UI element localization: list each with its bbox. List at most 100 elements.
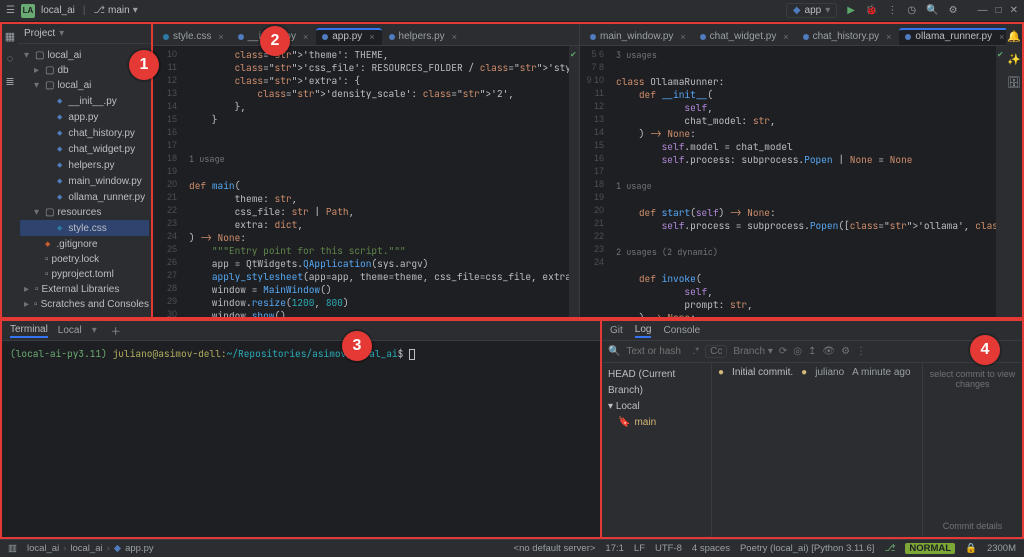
git-push-icon[interactable]: ↥ [808,346,816,357]
project-tree[interactable]: ▾▢ local_ai▸▢ db▾▢ local_ai__init__.pyap… [18,44,151,316]
close-icon[interactable]: × [452,32,457,42]
editor-tab[interactable]: helpers.py× [383,28,464,45]
tree-item[interactable]: chat_history.py [20,125,149,141]
code-with-me-icon[interactable]: ◷ [907,5,916,16]
window-maximize-icon[interactable]: □ [996,5,1002,16]
tree-item[interactable]: ▾▢ local_ai [20,78,149,93]
more-actions-icon[interactable]: ⋮ [887,5,897,16]
tree-item[interactable]: ▾▢ local_ai [20,48,149,63]
git-more-icon[interactable]: ⋮ [856,346,866,357]
status-indent[interactable]: 4 spaces [692,543,730,554]
close-icon[interactable]: × [303,32,308,42]
editor-tab[interactable]: __init__.py× [232,28,316,45]
editor-right-scrollbar[interactable]: ✔ [996,46,1006,317]
close-icon[interactable]: × [218,32,223,42]
tree-item[interactable]: ollama_runner.py [20,189,149,205]
chevron-down-icon: ▾ [825,5,830,16]
git-cc-toggle[interactable]: Cc [705,345,727,358]
git-branch-tree[interactable]: HEAD (Current Branch) ▾ Local 🔖main [602,363,712,537]
notifications-icon[interactable]: 🔔 [1007,30,1021,43]
terminal-prompt-char: $ [398,347,404,360]
close-icon[interactable]: × [999,32,1004,42]
git-local-node[interactable]: ▾ Local [608,399,705,415]
database-tool-icon[interactable]: 🗄 [1007,76,1021,89]
git-tab-console[interactable]: Console [663,325,700,336]
terminal-tab-local[interactable]: Local [58,325,82,336]
status-memory[interactable]: 2300M [987,543,1016,554]
git-head-node[interactable]: HEAD (Current Branch) [608,367,705,399]
git-cherrypick-icon[interactable]: ◎ [793,346,802,357]
commit-message: Initial commit. [732,367,793,533]
vim-mode-badge: NORMAL [905,543,955,554]
close-icon[interactable]: × [886,32,891,42]
editor-right-code[interactable]: 3 usages class OllamaRunner: def __init_… [610,46,996,317]
git-view-options-icon[interactable]: 👁 [822,346,835,357]
project-tool-icon[interactable]: ▦ [5,30,15,43]
search-icon[interactable]: 🔍 [926,5,938,16]
run-icon[interactable]: ▶ [847,5,855,16]
chevron-down-icon[interactable]: ▾ [92,325,97,336]
editor-left-body[interactable]: 10 11 12 13 14 15 16 17 18 19 20 21 22 2… [153,46,579,317]
git-filter-input[interactable] [626,346,686,357]
editor-right-body[interactable]: 5 6 7 8 9 10 11 12 13 14 15 16 17 18 19 … [580,46,1006,317]
editor-tab[interactable]: main_window.py× [584,28,693,45]
tree-item[interactable]: ▸▢ db [20,63,149,78]
git-branch-filter[interactable]: Branch ▾ [733,346,773,357]
new-terminal-icon[interactable]: ＋ [111,323,121,338]
editor-tab[interactable]: chat_widget.py× [694,28,796,45]
git-tab-git[interactable]: Git [610,325,623,336]
structure-tool-icon[interactable]: ≣ [5,75,14,88]
run-config-selector[interactable]: ◆ app ▾ [786,3,837,18]
debug-icon[interactable]: 🐞 [865,5,877,16]
window-close-icon[interactable]: ✕ [1010,5,1018,16]
status-line-sep[interactable]: LF [634,543,645,554]
window-minimize-icon[interactable]: — [978,5,988,16]
status-caret-pos[interactable]: 17:1 [605,543,624,554]
tree-item[interactable]: ▸▫ Scratches and Consoles [20,297,149,312]
breadcrumb[interactable]: local_ai › local_ai › ◆ app.py [27,543,154,554]
tree-item[interactable]: app.py [20,109,149,125]
editor-tab[interactable]: chat_history.py× [797,28,899,45]
project-name[interactable]: local_ai [41,5,75,16]
editor-tab[interactable]: app.py× [316,28,381,45]
git-branch-main[interactable]: 🔖main [608,415,705,431]
terminal-tab-terminal[interactable]: Terminal [10,324,48,338]
lock-icon[interactable]: 🔒 [965,543,977,554]
status-encoding[interactable]: UTF-8 [655,543,682,554]
tree-item[interactable]: chat_widget.py [20,141,149,157]
tree-item[interactable]: style.css [20,220,149,236]
ai-tool-icon[interactable]: ✨ [1007,53,1021,66]
chevron-down-icon[interactable]: ▾ [59,28,64,39]
main-menu-icon[interactable]: ☰ [6,5,15,16]
editor-tab[interactable]: ollama_runner.py× [899,28,1006,45]
tree-item[interactable]: helpers.py [20,157,149,173]
close-icon[interactable]: × [783,32,788,42]
vcs-branch-selector[interactable]: ⎇ main ▾ [94,5,138,16]
commit-tool-icon[interactable]: ◌ [7,53,14,65]
git-log-list[interactable]: ● Initial commit. ● juliano A minute ago [712,363,922,537]
inspection-ok-icon: ✔ [997,50,1004,59]
tree-item[interactable]: ▸▫ External Libraries [20,282,149,297]
terminal-body[interactable]: (local-ai-py3.11) juliano@asimov-dell:~/… [2,341,600,537]
git-refresh-icon[interactable]: ⟳ [779,346,787,357]
tree-item[interactable]: main_window.py [20,173,149,189]
tree-item[interactable]: __init__.py [20,93,149,109]
status-default-server[interactable]: <no default server> [514,543,596,554]
tree-item[interactable]: .gitignore [20,236,149,252]
git-tab-log[interactable]: Log [635,324,652,338]
git-settings-icon[interactable]: ⚙ [841,346,850,357]
tree-item[interactable]: ▫ poetry.lock [20,252,149,267]
tree-item[interactable]: ▫ pyproject.toml [20,267,149,282]
project-logo: LA [21,4,35,18]
toolwin-toggle-icon[interactable]: ▥ [8,543,17,554]
close-icon[interactable]: × [680,32,685,42]
editor-left-scrollbar[interactable]: ✔ [569,46,579,317]
settings-icon[interactable]: ⚙ [949,5,958,16]
status-interpreter[interactable]: Poetry (local_ai) [Python 3.11.6] [740,543,874,554]
search-icon[interactable]: 🔍 [608,346,620,357]
tree-item[interactable]: ▾▢ resources [20,205,149,220]
editor-tab[interactable]: style.css× [157,28,231,45]
editor-left-code[interactable]: class="str">'theme': THEME, class="str">… [183,46,569,317]
close-icon[interactable]: × [369,32,374,42]
regex-toggle-icon[interactable]: .* [692,346,699,357]
